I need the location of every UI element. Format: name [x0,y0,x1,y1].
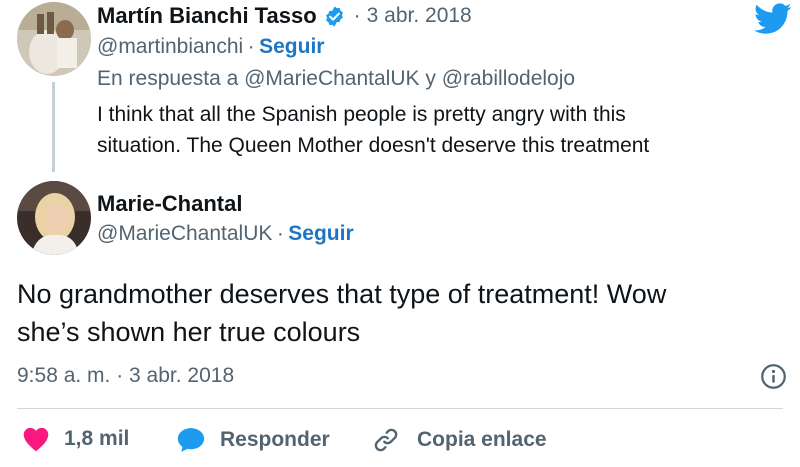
divider [17,408,783,409]
dot-separator: · [353,4,361,27]
main-handle-row: @MarieChantalUK · Seguir [97,222,354,246]
parent-tweet-header: Martín Bianchi Tasso · 3 abr. 2018 [97,3,472,29]
parent-tweet-text: I think that all the Spanish people is p… [97,99,649,161]
tweet-text-line: she’s shown her true colours [17,317,361,347]
mention-link[interactable]: @rabillodelojo [442,67,575,90]
reply-context: En respuesta a @MarieChantalUK y @rabill… [97,67,575,91]
author-name[interactable]: Marie-Chantal [97,191,242,216]
reply-label: Responder [220,428,330,451]
copy-link-action[interactable]: Copia enlace [371,426,547,454]
main-tweet-header: Marie-Chantal [97,191,242,217]
thread-connector-line [52,82,55,172]
author-handle[interactable]: @martinbianchi [97,35,243,58]
avatar-marie-chantal[interactable] [17,181,91,255]
avatar-marie-chantal-image [17,181,91,255]
reply-and: y [425,67,436,90]
main-tweet-text: No grandmother deserves that type of tre… [17,275,666,351]
avatar-martin-image [17,2,91,76]
dot-separator: · [247,35,255,58]
tweet-timestamp[interactable]: 9:58 a. m. · 3 abr. 2018 [17,364,234,388]
like-count: 1,8 mil [64,427,130,450]
author-name[interactable]: Martín Bianchi Tasso [97,3,317,29]
tweet-text-line: No grandmother deserves that type of tre… [17,279,667,309]
avatar-martin[interactable] [17,2,91,76]
info-icon[interactable] [760,363,787,395]
verified-badge-icon [323,5,346,28]
follow-button[interactable]: Seguir [288,222,353,245]
tweet-text-line: I think that all the Spanish people is p… [97,103,626,126]
parent-handle-row: @martinbianchi · Seguir [97,35,324,59]
reply-bubble-icon [176,426,206,454]
mention-link[interactable]: @MarieChantalUK [244,67,419,90]
parent-tweet-date[interactable]: 3 abr. 2018 [367,4,472,28]
heart-icon [22,426,50,452]
reply-prefix: En respuesta a [97,67,239,90]
tweet-text-line: situation. The Queen Mother doesn't dese… [97,134,650,157]
like-action[interactable]: 1,8 mil [22,426,129,452]
dot-separator: · [276,222,284,245]
author-handle[interactable]: @MarieChantalUK [97,222,272,245]
reply-action[interactable]: Responder [176,426,330,454]
link-icon [371,426,401,454]
copy-link-label: Copia enlace [417,428,547,451]
twitter-bird-icon[interactable] [754,3,792,40]
follow-button[interactable]: Seguir [259,35,324,58]
